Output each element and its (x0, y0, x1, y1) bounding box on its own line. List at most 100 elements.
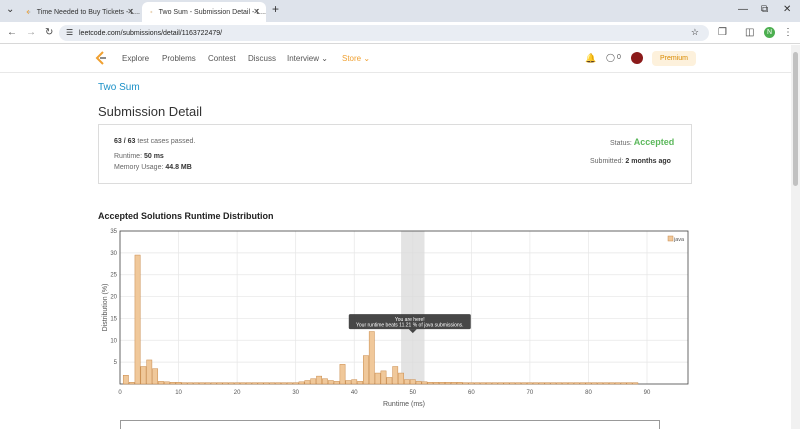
chart-bar (445, 382, 451, 385)
browser-menu-icon[interactable]: ⋮ (783, 27, 793, 38)
chart-bar (158, 381, 164, 385)
chart-bar (257, 382, 264, 385)
chart-bar (304, 380, 311, 385)
x-tick-label: 30 (292, 390, 299, 396)
your-runtime-highlight (401, 231, 425, 384)
leetcode-logo-icon[interactable] (95, 51, 107, 65)
problem-link[interactable]: Two Sum (98, 82, 140, 93)
tests-passed: 63 / 63 test cases passed. (114, 138, 196, 145)
site-info-icon[interactable]: ☰ (66, 28, 73, 37)
chart-bar (556, 382, 563, 385)
legend-label: java (673, 237, 685, 243)
x-tick-label: 0 (118, 390, 122, 396)
chart-bar (263, 382, 270, 385)
restore-icon[interactable]: ⧉ (761, 4, 768, 15)
chart-bar (433, 382, 440, 385)
close-tab-icon[interactable]: ✕ (127, 7, 134, 16)
chart-bar (468, 382, 475, 385)
chart-bar (333, 381, 340, 385)
extensions-icon[interactable]: ❐ (718, 27, 727, 38)
tooltip-line-2: Your runtime beats 11.21 % of java submi… (356, 323, 464, 329)
chart-bar (181, 382, 188, 385)
leetcode-favicon-icon (26, 9, 31, 15)
legend-swatch (667, 235, 674, 242)
nav-discuss[interactable]: Discuss (248, 54, 276, 63)
new-tab-plus-icon[interactable]: + (272, 2, 279, 16)
chart-bar (486, 382, 492, 385)
chart-bar (286, 382, 293, 385)
chart-bar (234, 382, 240, 385)
close-window-icon[interactable]: ✕ (783, 4, 791, 15)
nav-contest[interactable]: Contest (208, 54, 236, 63)
chart-bar (404, 379, 410, 385)
submission-detail-card: 63 / 63 test cases passed. Status: Accep… (98, 124, 692, 184)
chart-bar (497, 382, 504, 385)
notification-bell-icon[interactable]: 🔔 (585, 53, 596, 64)
y-tick-label: 25 (110, 273, 117, 279)
chart-bar (269, 382, 276, 385)
profile-avatar[interactable]: N (764, 27, 775, 38)
chart-bar (222, 382, 229, 385)
streak-fire-icon[interactable]: ◯ (606, 53, 615, 62)
chart-bar (550, 382, 557, 385)
chart-bar (544, 382, 551, 385)
chart-bar (210, 382, 217, 385)
x-tick-label: 60 (468, 390, 475, 396)
chart-bar (152, 368, 159, 385)
chart-bar (281, 382, 287, 385)
address-bar[interactable]: ☰ leetcode.com/submissions/detail/116372… (59, 25, 709, 41)
nav-store[interactable]: Store ⌄ (342, 54, 370, 63)
user-avatar[interactable] (631, 52, 643, 64)
y-tick-label: 5 (114, 360, 118, 366)
minimize-icon[interactable]: — (738, 4, 748, 15)
streak-count: 0 (617, 54, 621, 61)
nav-problems[interactable]: Problems (162, 54, 196, 63)
chart-bar (134, 254, 141, 385)
chart-bar (322, 378, 328, 385)
back-icon[interactable]: ← (7, 27, 17, 38)
scrollbar-thumb[interactable] (793, 52, 798, 186)
chart-bar (345, 380, 352, 385)
chart-bar (474, 382, 481, 385)
x-tick-label: 50 (409, 390, 416, 396)
chart-bar (187, 382, 194, 385)
browser-tab-two-sum[interactable]: Two Sum - Submission Detail - L... ✕ (142, 2, 266, 22)
side-panel-icon[interactable]: ◫ (745, 27, 754, 38)
memory-row: Memory Usage: 44.8 MB (114, 164, 192, 171)
chart-bar (298, 381, 305, 385)
x-tick-label: 40 (351, 390, 358, 396)
bookmark-star-icon[interactable]: ☆ (691, 27, 699, 38)
chart-bar (415, 381, 422, 385)
chart-bar (521, 382, 527, 385)
chart-bar (597, 382, 604, 385)
site-navbar: Explore Problems Contest Discuss Intervi… (0, 45, 800, 73)
chart-bar (351, 379, 358, 385)
nav-interview[interactable]: Interview ⌄ (287, 54, 328, 63)
tab-title: Two Sum - Submission Detail - L... (158, 8, 266, 16)
chart-bar (128, 382, 135, 385)
runtime-row: Runtime: 50 ms (114, 153, 164, 160)
chart-bar (573, 382, 580, 385)
chart-bar (245, 382, 252, 385)
forward-icon[interactable]: → (26, 27, 36, 38)
tab-search-icon[interactable]: ⌄ (6, 4, 14, 15)
chart-bar (538, 382, 545, 385)
chart-bar (240, 382, 246, 385)
chart-bar (275, 382, 281, 385)
runtime-distribution-chart: 0 10 20 30 40 50 60 70 80 90 5 10 15 20 25 30 35 Runtime … (102, 229, 689, 408)
browser-tab-time-needed[interactable]: Time Needed to Buy Tickets - L... ✕ (18, 2, 140, 22)
close-tab-icon[interactable]: ✕ (253, 7, 260, 16)
chart-bar (532, 382, 539, 385)
chart-bar (327, 380, 334, 385)
x-axis-label: Runtime (ms) (383, 401, 425, 408)
premium-button[interactable]: Premium (652, 51, 696, 66)
chart-bar (626, 382, 633, 385)
y-tick-label: 10 (110, 338, 117, 344)
chart-bar (503, 382, 510, 385)
nav-explore[interactable]: Explore (122, 54, 149, 63)
reload-icon[interactable]: ↻ (45, 27, 53, 38)
chart-bar (608, 382, 615, 385)
chart-bar (579, 382, 586, 385)
chart-bar (368, 331, 375, 385)
chart-bar (357, 381, 363, 385)
